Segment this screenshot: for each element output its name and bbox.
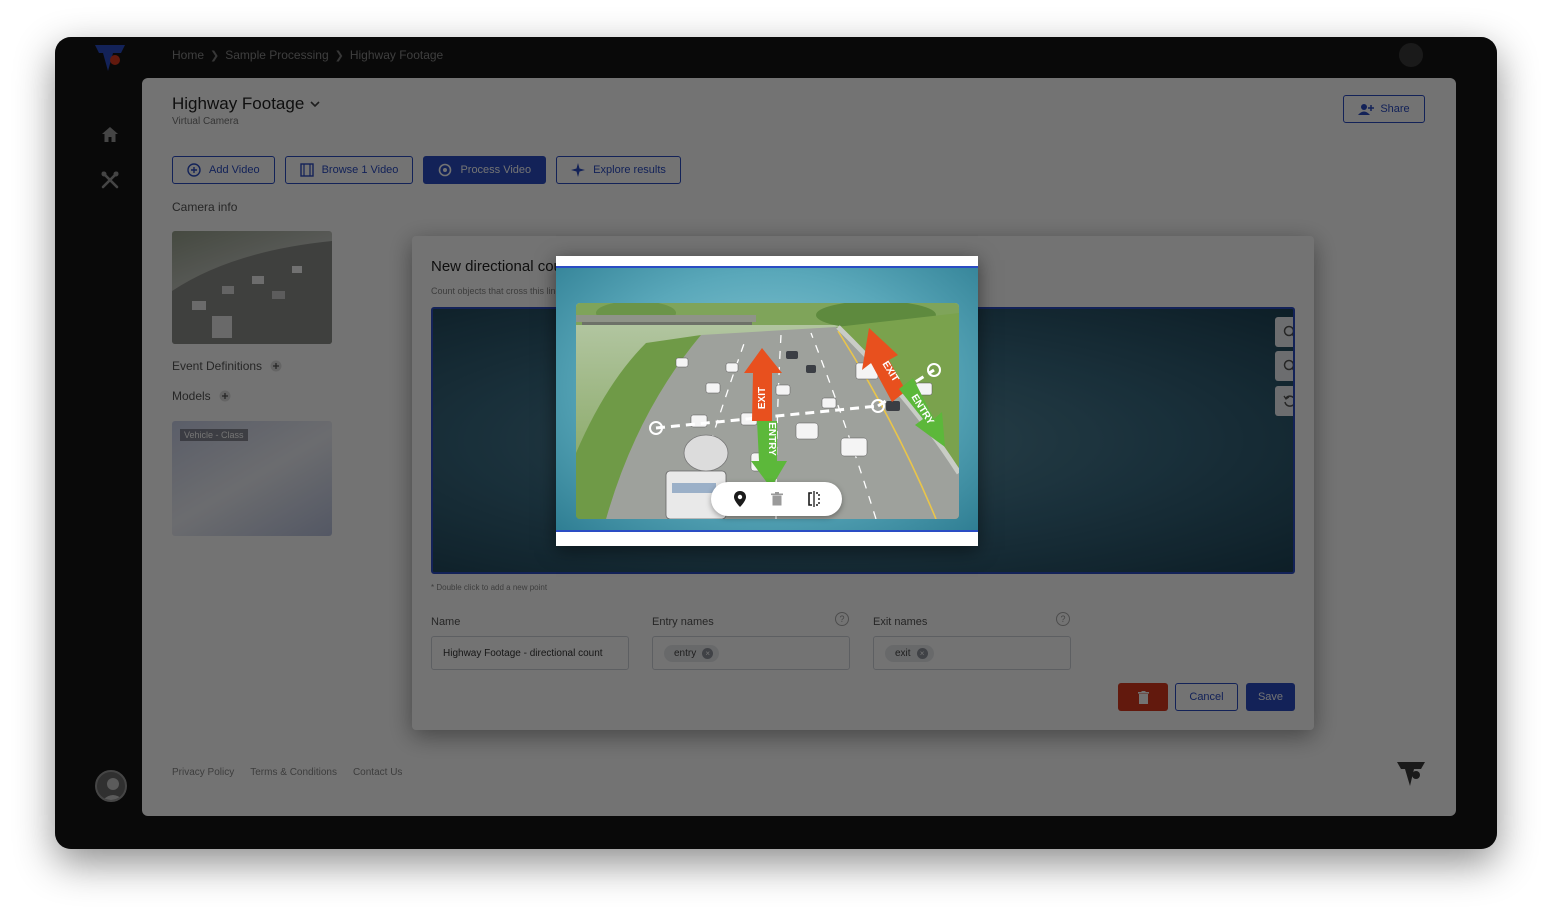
- help-icon[interactable]: ?: [835, 612, 849, 626]
- annotation-spotlight: EXIT ENTRY EXIT ENTRY: [556, 256, 978, 546]
- chip-remove-icon[interactable]: ×: [916, 647, 928, 659]
- entry-chip: entry ×: [664, 644, 720, 662]
- privacy-policy-link[interactable]: Privacy Policy: [172, 767, 234, 778]
- sparkle-icon: [571, 163, 586, 177]
- breadcrumb-separator: ❯: [210, 49, 220, 62]
- zoom-out-icon: [1283, 359, 1293, 371]
- event-definitions-heading: Event Definitions: [172, 359, 282, 373]
- add-user-icon: [1358, 104, 1375, 115]
- delete-button[interactable]: [1118, 683, 1168, 711]
- camera-info-heading: Camera info: [172, 200, 238, 214]
- delete-line-button[interactable]: [766, 488, 788, 510]
- chevron-down-icon: [310, 101, 320, 108]
- spotlight-canvas: EXIT ENTRY EXIT ENTRY: [556, 266, 978, 532]
- zoom-in-icon: [1283, 325, 1293, 337]
- save-button[interactable]: Save: [1246, 683, 1295, 711]
- app-logo[interactable]: [93, 43, 127, 73]
- exit-arrow-label: EXIT: [757, 387, 768, 409]
- gear-icon: [439, 163, 452, 177]
- line-edit-toolbar: [711, 482, 842, 516]
- model-card[interactable]: Vehicle - Class: [172, 421, 332, 536]
- name-input[interactable]: Highway Footage - directional count: [431, 636, 629, 670]
- trash-icon: [770, 492, 783, 506]
- explore-results-label: Explore results: [593, 164, 666, 176]
- page-title-text: Highway Footage: [172, 94, 305, 113]
- flip-direction-button[interactable]: [803, 488, 825, 510]
- page-subtitle: Virtual Camera: [172, 116, 239, 127]
- name-input-value: Highway Footage - directional count: [443, 647, 603, 659]
- add-video-label: Add Video: [209, 164, 260, 176]
- zoom-in-button[interactable]: [1275, 317, 1293, 347]
- page-title[interactable]: Highway Footage: [172, 94, 320, 114]
- breadcrumb-separator: ❯: [334, 49, 344, 62]
- trash-icon: [1137, 690, 1149, 704]
- models-heading: Models: [172, 389, 231, 403]
- share-button[interactable]: Share: [1343, 95, 1425, 123]
- exit-names-input[interactable]: exit ×: [873, 636, 1071, 670]
- cancel-button[interactable]: Cancel: [1175, 683, 1238, 711]
- browse-videos-button[interactable]: Browse 1 Video: [284, 156, 414, 184]
- entry-chip-label: entry: [674, 647, 697, 659]
- entry-names-input[interactable]: entry ×: [652, 636, 850, 670]
- camera-thumbnail[interactable]: [172, 231, 332, 344]
- browse-videos-label: Browse 1 Video: [321, 164, 399, 176]
- modal-title: New directional count: [431, 258, 575, 275]
- models-label: Models: [172, 389, 211, 403]
- entry-arrow-label: ENTRY: [766, 422, 777, 456]
- add-video-button[interactable]: Add Video: [172, 156, 275, 184]
- plus-circle-icon: [187, 163, 201, 177]
- reset-view-icon: [1283, 395, 1293, 407]
- contact-link[interactable]: Contact Us: [353, 767, 402, 778]
- user-avatar[interactable]: [95, 770, 127, 802]
- map-pin-icon: [733, 491, 746, 507]
- breadcrumb-current: Highway Footage: [349, 48, 444, 62]
- action-toolbar: Add Video Browse 1 Video Process Video E…: [172, 156, 681, 184]
- film-icon: [299, 163, 314, 177]
- reset-view-button[interactable]: [1275, 386, 1293, 416]
- add-icon[interactable]: [270, 360, 282, 372]
- help-icon[interactable]: ?: [1056, 612, 1070, 626]
- footer-links: Privacy Policy Terms & Conditions Contac…: [172, 767, 402, 778]
- explore-results-button[interactable]: Explore results: [556, 156, 681, 184]
- exit-chip-label: exit: [895, 647, 911, 659]
- breadcrumb-sample-processing[interactable]: Sample Processing: [225, 48, 328, 62]
- add-point-button[interactable]: [729, 488, 751, 510]
- name-field-label: Name: [431, 616, 461, 628]
- add-icon[interactable]: [219, 390, 231, 402]
- breadcrumb-home[interactable]: Home: [172, 48, 204, 62]
- footer-logo: [1397, 762, 1425, 786]
- exit-chip: exit ×: [885, 644, 934, 662]
- flip-direction-icon: [807, 491, 820, 507]
- process-video-button[interactable]: Process Video: [423, 156, 547, 184]
- event-definitions-label: Event Definitions: [172, 359, 263, 373]
- model-card-label: Vehicle - Class: [180, 429, 248, 441]
- home-icon[interactable]: [100, 125, 120, 145]
- terms-link[interactable]: Terms & Conditions: [250, 767, 337, 778]
- share-label: Share: [1380, 103, 1410, 115]
- tools-icon[interactable]: [100, 170, 120, 190]
- search-avatar-button[interactable]: [1399, 43, 1423, 67]
- process-video-label: Process Video: [460, 164, 532, 176]
- entry-names-label: Entry names: [652, 616, 714, 628]
- chip-remove-icon[interactable]: ×: [702, 647, 714, 659]
- exit-names-label: Exit names: [873, 616, 928, 628]
- zoom-out-button[interactable]: [1275, 351, 1293, 381]
- canvas-hint: * Double click to add a new point: [431, 583, 548, 592]
- breadcrumb: Home ❯ Sample Processing ❯ Highway Foota…: [172, 47, 443, 63]
